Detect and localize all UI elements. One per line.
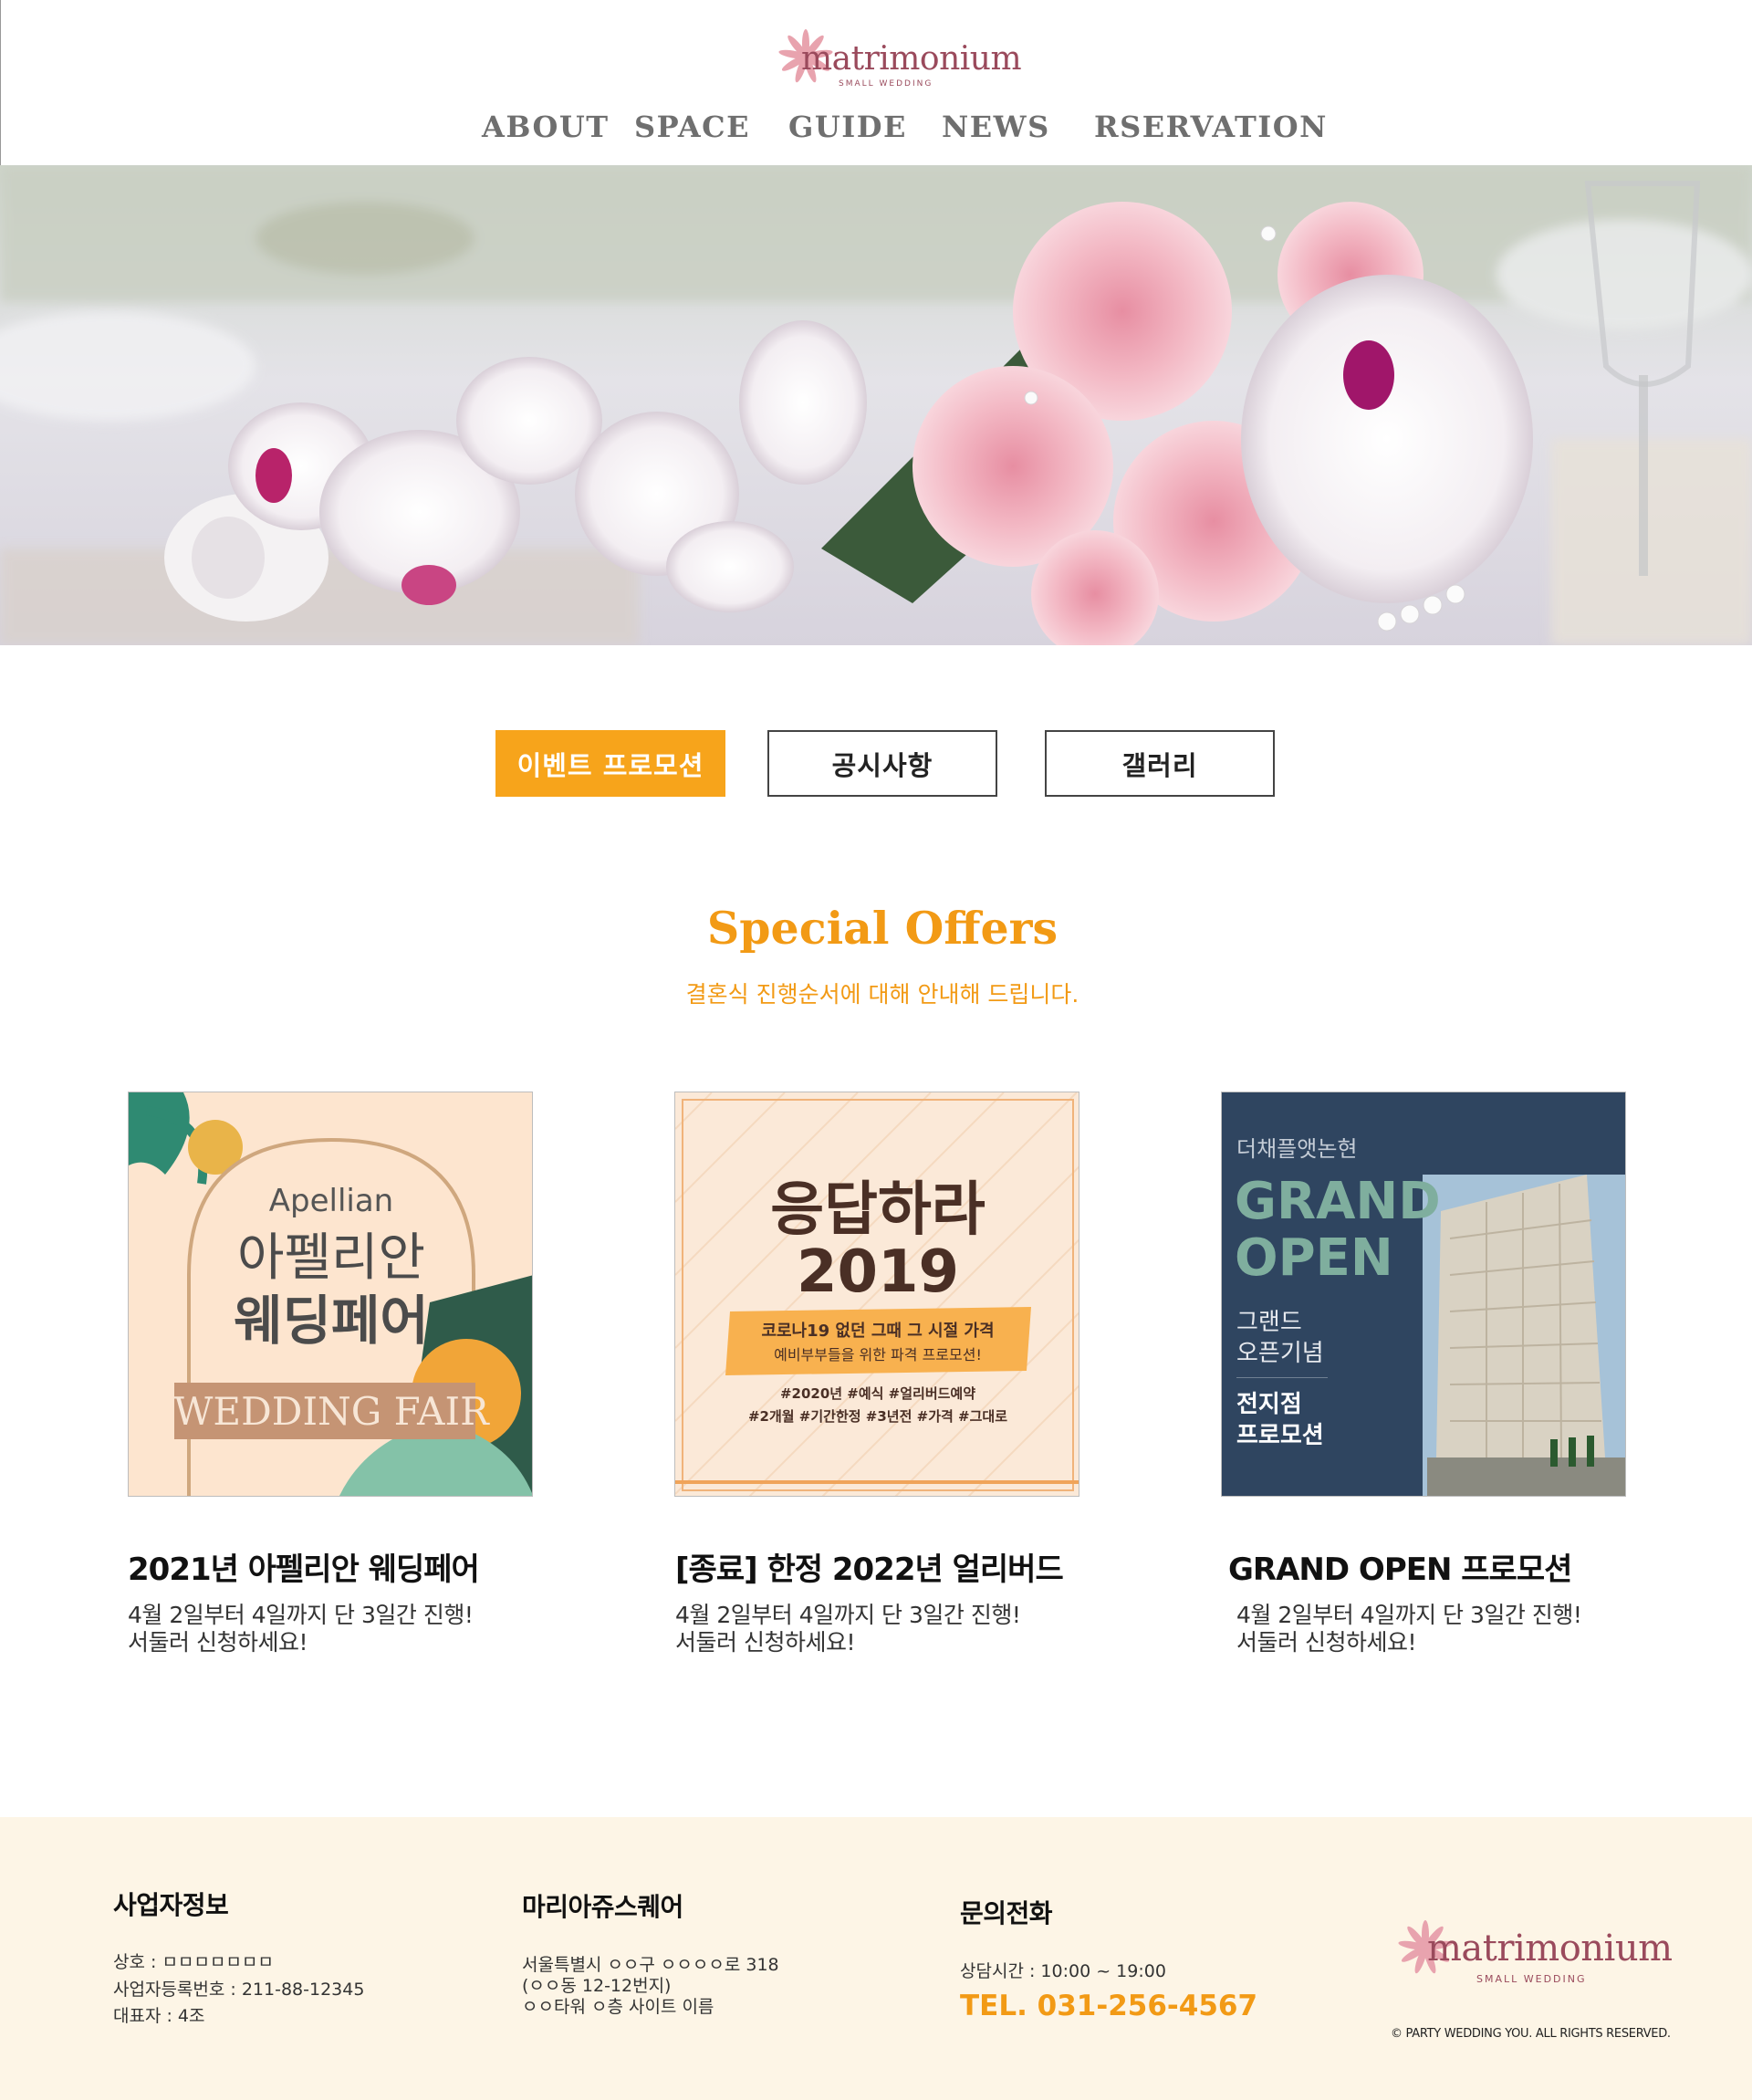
footer-address-line: ㅇㅇ타워 ㅇ층 사이트 이름 xyxy=(522,1997,714,2017)
poster-text: 코로나19 없던 그때 그 시절 가격 xyxy=(761,1322,994,1341)
nav-guide[interactable]: GUIDE xyxy=(788,110,907,144)
poster-text: 프로모션 xyxy=(1236,1422,1324,1449)
footer-business-number: 사업자등록번호 : 211-88-12345 xyxy=(113,1980,365,2000)
nav-reservation[interactable]: RSERVATION xyxy=(1094,110,1328,144)
poster-text: #2개월 #기간한정 #3년전 #가격 #그대로 xyxy=(748,1408,1007,1425)
section-subtitle: 결혼식 진행순서에 대해 안내해 드립니다. xyxy=(685,981,1079,1008)
card-title[interactable]: 2021년 아펠리안 웨딩페어 xyxy=(128,1544,480,1589)
poster-text: 2019 xyxy=(797,1238,959,1306)
card-image-wedding-fair[interactable]: Apellian 아펠리안 웨딩페어 WEDDING FAIR xyxy=(128,1092,533,1497)
footer-brand-tagline: SMALL WEDDING xyxy=(1476,1973,1587,1985)
card-title[interactable]: [종료] 한정 2022년 얼리버드 xyxy=(675,1544,1064,1589)
poster-text: OPEN xyxy=(1235,1228,1393,1288)
footer-contact-hours: 상담시간 : 10:00 ~ 19:00 xyxy=(960,1961,1166,1981)
footer-contact-title: 문의전화 xyxy=(960,1898,1053,1928)
card-description: 서둘러 신청하세요! xyxy=(675,1629,855,1656)
site-header: matrimonium SMALL WEDDING ABOUT SPACE GU… xyxy=(0,0,1752,165)
poster-text: WEDDING FAIR xyxy=(173,1389,490,1434)
poster-text: 오픈기념 xyxy=(1236,1340,1324,1367)
poster-text: 그랜드 xyxy=(1236,1309,1302,1336)
card-image-grand-open[interactable]: 더채플앳논현 GRAND OPEN 그랜드 오픈기념 전지점 프로모션 xyxy=(1221,1092,1626,1497)
nav-space[interactable]: SPACE xyxy=(634,110,750,144)
card-description: 서둘러 신청하세요! xyxy=(128,1629,308,1656)
section-title: Special Offers xyxy=(706,902,1058,955)
footer-address-title: 마리아쥬스퀘어 xyxy=(522,1892,683,1922)
footer-business-name: 상호 : ㅁㅁㅁㅁㅁㅁㅁ xyxy=(113,1952,274,1972)
poster-text: #2020년 #예식 #얼리버드예약 xyxy=(780,1385,975,1402)
brand-name: matrimonium xyxy=(801,40,1022,78)
poster-text: 전지점 xyxy=(1236,1391,1302,1418)
nav-news[interactable]: NEWS xyxy=(942,110,1050,144)
hero-banner-image xyxy=(0,165,1752,645)
poster-text: GRAND xyxy=(1235,1172,1441,1231)
header-logo[interactable]: matrimonium SMALL WEDDING xyxy=(769,22,1022,91)
poster-text: 더채플앳논현 xyxy=(1236,1136,1357,1162)
tab-notice[interactable]: 공시사항 xyxy=(767,730,997,797)
poster-text: 아펠리안 xyxy=(237,1228,425,1288)
card-description: 서둘러 신청하세요! xyxy=(1236,1629,1416,1656)
footer-business-info-title: 사업자정보 xyxy=(113,1890,229,1920)
brand-tagline: SMALL WEDDING xyxy=(839,79,933,89)
footer-brand-name: matrimonium xyxy=(1427,1928,1673,1969)
nav-about[interactable]: ABOUT xyxy=(482,110,610,144)
poster-text: Apellian xyxy=(269,1183,393,1219)
card-image-early-bird[interactable]: 응답하라 2019 코로나19 없던 그때 그 시절 가격 예비부부들을 위한 … xyxy=(674,1092,1079,1497)
poster-text: 응답하라 xyxy=(770,1176,986,1244)
footer-phone-number[interactable]: TEL. 031-256-4567 xyxy=(960,1990,1257,2022)
poster-text: 웨딩페어 xyxy=(234,1290,428,1352)
footer-logo[interactable]: matrimonium SMALL WEDDING xyxy=(1389,1913,1673,1995)
footer-representative: 대표자 : 4조 xyxy=(113,2006,205,2026)
tab-event-promotion[interactable]: 이벤트 프로모션 xyxy=(495,730,725,797)
footer-copyright: © PARTY WEDDING YOU. ALL RIGHTS RESERVED… xyxy=(1391,2027,1671,2041)
card-title[interactable]: GRAND OPEN 프로모션 xyxy=(1228,1544,1572,1589)
tab-gallery[interactable]: 갤러리 xyxy=(1045,730,1275,797)
poster-text: 예비부부들을 위한 파격 프로모션! xyxy=(774,1346,982,1363)
